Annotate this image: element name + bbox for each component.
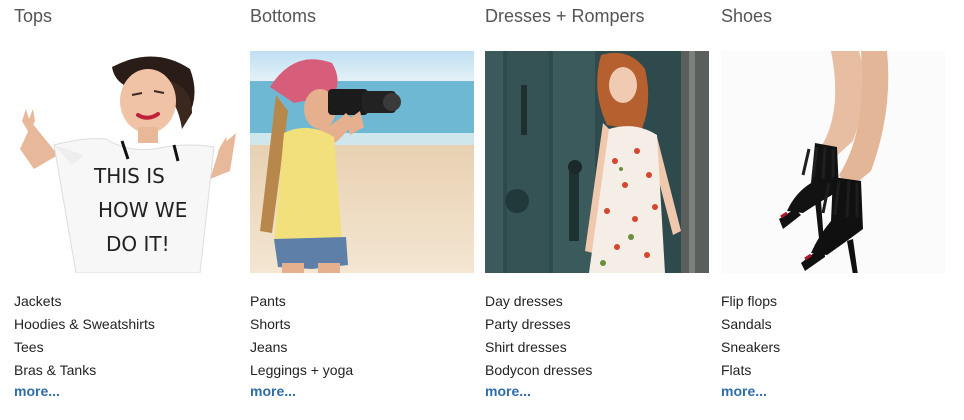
category-image-dresses[interactable] bbox=[485, 51, 709, 273]
subcategory-link[interactable]: Shorts bbox=[250, 313, 353, 336]
subcategory-link[interactable]: Leggings + yoga bbox=[250, 359, 353, 382]
subcategory-link[interactable]: Jeans bbox=[250, 336, 353, 359]
more-link[interactable]: more... bbox=[721, 380, 767, 402]
shoes-photo bbox=[721, 51, 945, 273]
category-title[interactable]: Bottoms bbox=[250, 5, 316, 27]
subcategory-link[interactable]: Day dresses bbox=[485, 290, 592, 313]
subcategory-link[interactable]: Pants bbox=[250, 290, 353, 313]
shirt-print-line-1: THIS IS bbox=[93, 164, 165, 188]
subcategory-link[interactable]: Bodycon dresses bbox=[485, 359, 592, 382]
subcategory-link[interactable]: Tees bbox=[14, 336, 155, 359]
more-link[interactable]: more... bbox=[14, 380, 60, 402]
dresses-photo bbox=[485, 51, 709, 273]
category-image-shoes[interactable] bbox=[721, 51, 945, 273]
subcategory-list: Flip flops Sandals Sneakers Flats bbox=[721, 290, 780, 382]
subcategory-link[interactable]: Sandals bbox=[721, 313, 780, 336]
subcategory-list: Day dresses Party dresses Shirt dresses … bbox=[485, 290, 592, 382]
category-grid: Tops THIS IS HOW WE DO IT! Jackets Hoodi… bbox=[0, 0, 964, 420]
bottoms-photo bbox=[250, 51, 474, 273]
subcategory-link[interactable]: Sneakers bbox=[721, 336, 780, 359]
shirt-print-line-2: HOW WE bbox=[98, 198, 187, 222]
category-title[interactable]: Shoes bbox=[721, 5, 772, 27]
more-link[interactable]: more... bbox=[485, 380, 531, 402]
subcategory-list: Jackets Hoodies & Sweatshirts Tees Bras … bbox=[14, 290, 155, 382]
subcategory-link[interactable]: Party dresses bbox=[485, 313, 592, 336]
subcategory-link[interactable]: Hoodies & Sweatshirts bbox=[14, 313, 155, 336]
subcategory-link[interactable]: Shirt dresses bbox=[485, 336, 592, 359]
category-image-tops[interactable]: THIS IS HOW WE DO IT! bbox=[14, 51, 238, 273]
subcategory-link[interactable]: Jackets bbox=[14, 290, 155, 313]
subcategory-list: Pants Shorts Jeans Leggings + yoga bbox=[250, 290, 353, 382]
subcategory-link[interactable]: Bras & Tanks bbox=[14, 359, 155, 382]
shirt-print-line-3: DO IT! bbox=[106, 232, 170, 256]
category-title[interactable]: Tops bbox=[14, 5, 52, 27]
category-title[interactable]: Dresses + Rompers bbox=[485, 5, 645, 27]
tops-photo: THIS IS HOW WE DO IT! bbox=[14, 51, 238, 273]
subcategory-link[interactable]: Flats bbox=[721, 359, 780, 382]
category-image-bottoms[interactable] bbox=[250, 51, 474, 273]
more-link[interactable]: more... bbox=[250, 380, 296, 402]
subcategory-link[interactable]: Flip flops bbox=[721, 290, 780, 313]
